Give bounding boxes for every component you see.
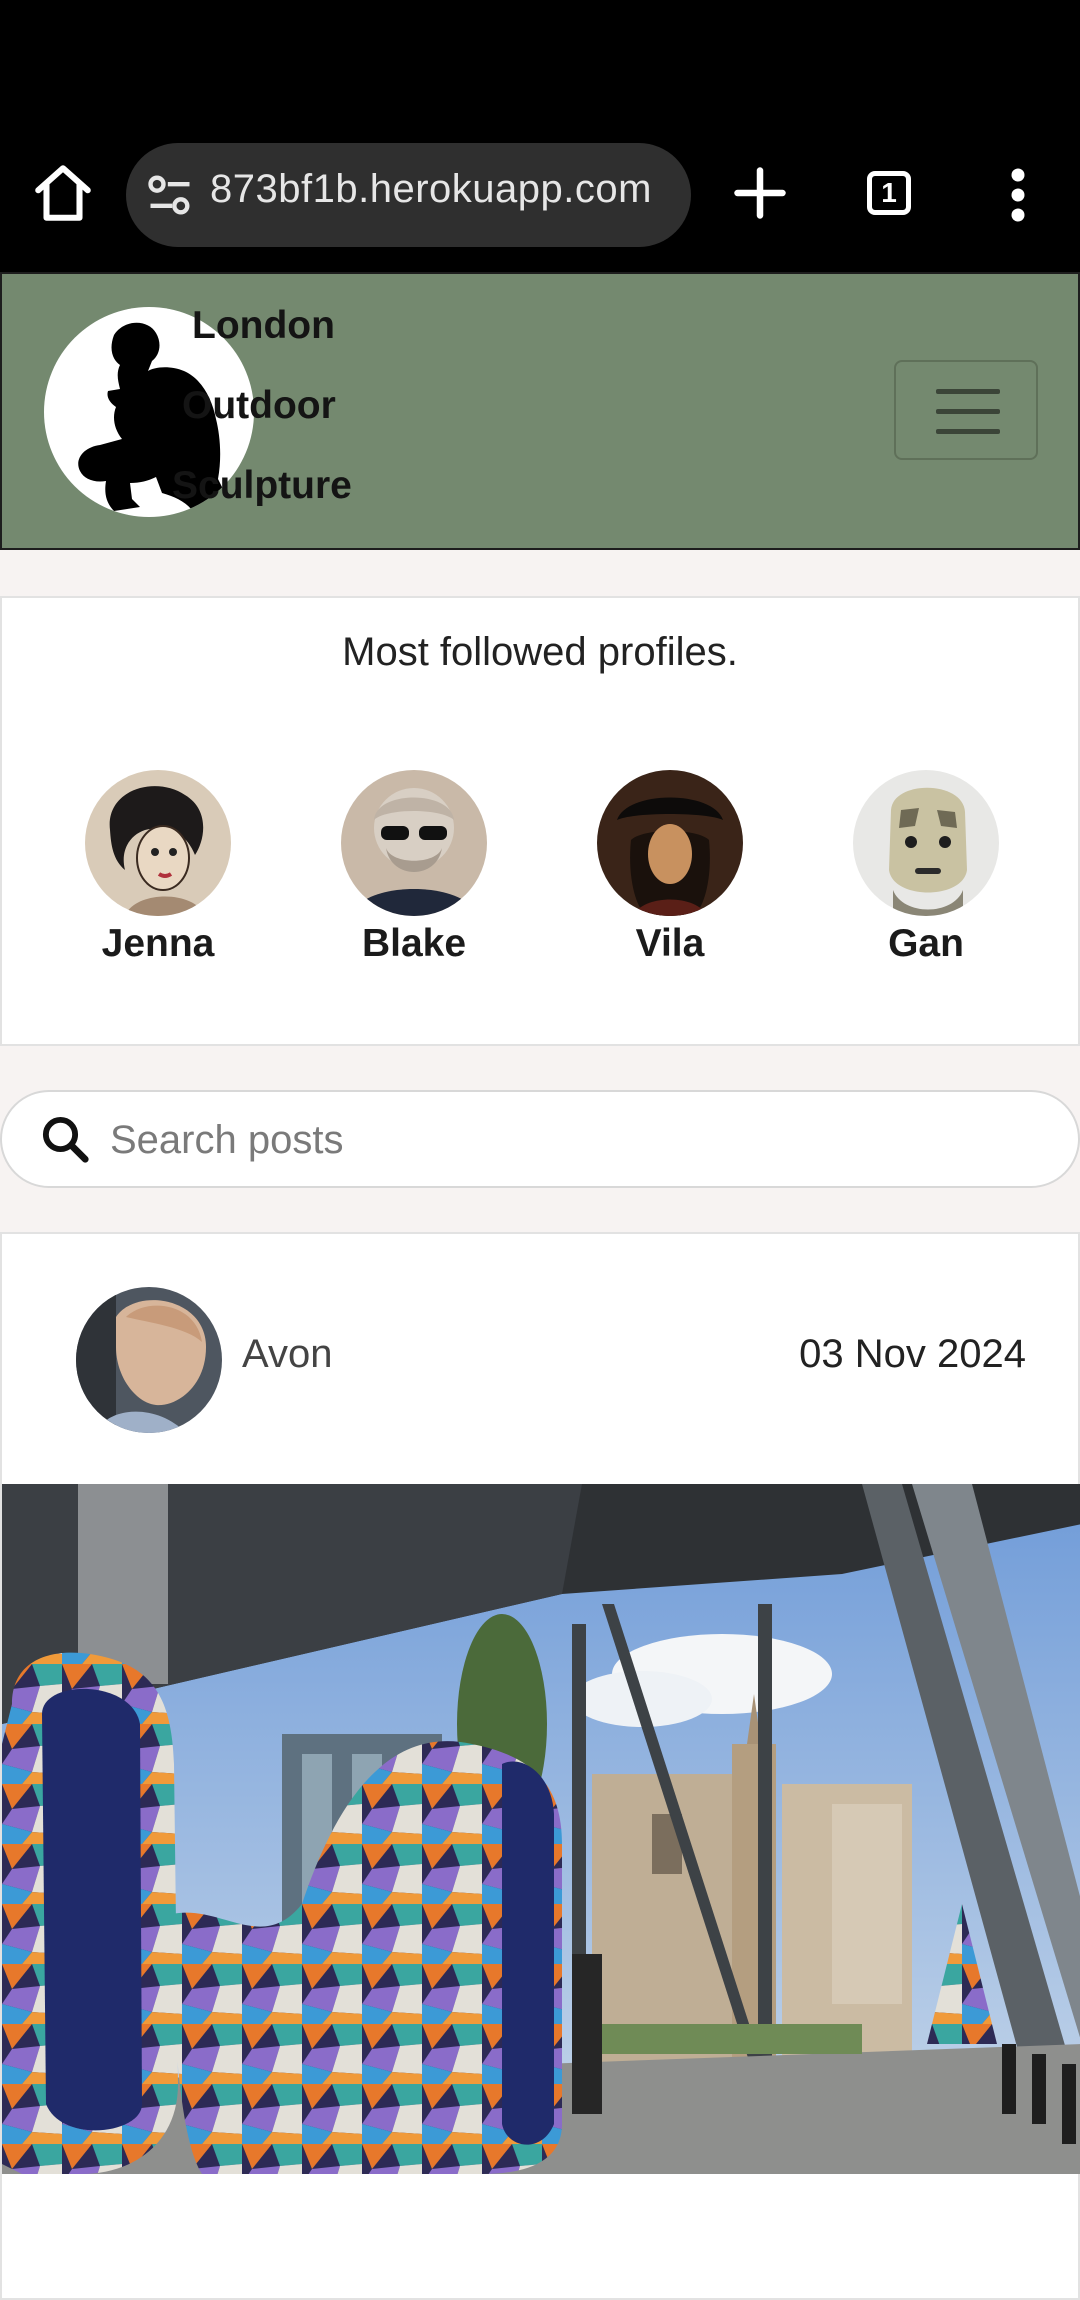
url-text: 873bf1b.herokuapp.com <box>210 167 652 211</box>
post-image[interactable] <box>2 1484 1080 2174</box>
profile-vila[interactable]: Vila <box>570 770 770 966</box>
hamburger-icon-bar <box>936 409 1000 414</box>
profile-jenna[interactable]: Jenna <box>58 770 258 966</box>
brand-line-3[interactable]: Sculpture <box>172 464 352 508</box>
profile-name[interactable]: Jenna <box>58 922 258 966</box>
profile-blake[interactable]: Blake <box>314 770 514 966</box>
post-date: 03 Nov 2024 <box>799 1332 1026 1376</box>
more-menu-icon[interactable] <box>1000 165 1036 225</box>
search-bar <box>0 1090 1080 1188</box>
section-heading: Most followed profiles. <box>342 630 738 674</box>
browser-toolbar: 873bf1b.herokuapp.com 1 <box>0 0 1080 272</box>
post-author-name[interactable]: Avon <box>242 1332 332 1377</box>
profile-name[interactable]: Blake <box>314 922 514 966</box>
profile-name[interactable]: Gan <box>826 922 1026 966</box>
hamburger-icon-bar <box>936 429 1000 434</box>
avatar[interactable] <box>597 770 743 916</box>
post-card: Avon 03 Nov 2024 <box>0 1232 1080 2300</box>
brand-line-1[interactable]: London <box>192 304 335 348</box>
new-tab-icon[interactable] <box>730 163 790 223</box>
search-input[interactable] <box>108 1108 1012 1172</box>
author-avatar[interactable] <box>76 1287 222 1433</box>
search-icon <box>42 1116 89 1163</box>
avatar[interactable] <box>853 770 999 916</box>
avatar[interactable] <box>85 770 231 916</box>
site-navbar: London Outdoor Sculpture <box>0 272 1080 550</box>
tab-switcher-button[interactable]: 1 <box>867 171 911 215</box>
nav-toggle-button[interactable] <box>894 360 1038 460</box>
avatar[interactable] <box>341 770 487 916</box>
address-bar[interactable]: 873bf1b.herokuapp.com <box>126 143 691 247</box>
most-followed-profiles: Most followed profiles. Jenna Blake Vila… <box>0 596 1080 1046</box>
home-icon[interactable] <box>30 160 96 226</box>
brand-line-2[interactable]: Outdoor <box>182 384 336 428</box>
profile-name[interactable]: Vila <box>570 922 770 966</box>
hamburger-icon <box>936 389 1000 394</box>
profile-gan[interactable]: Gan <box>826 770 1026 966</box>
site-settings-icon[interactable] <box>144 169 196 221</box>
